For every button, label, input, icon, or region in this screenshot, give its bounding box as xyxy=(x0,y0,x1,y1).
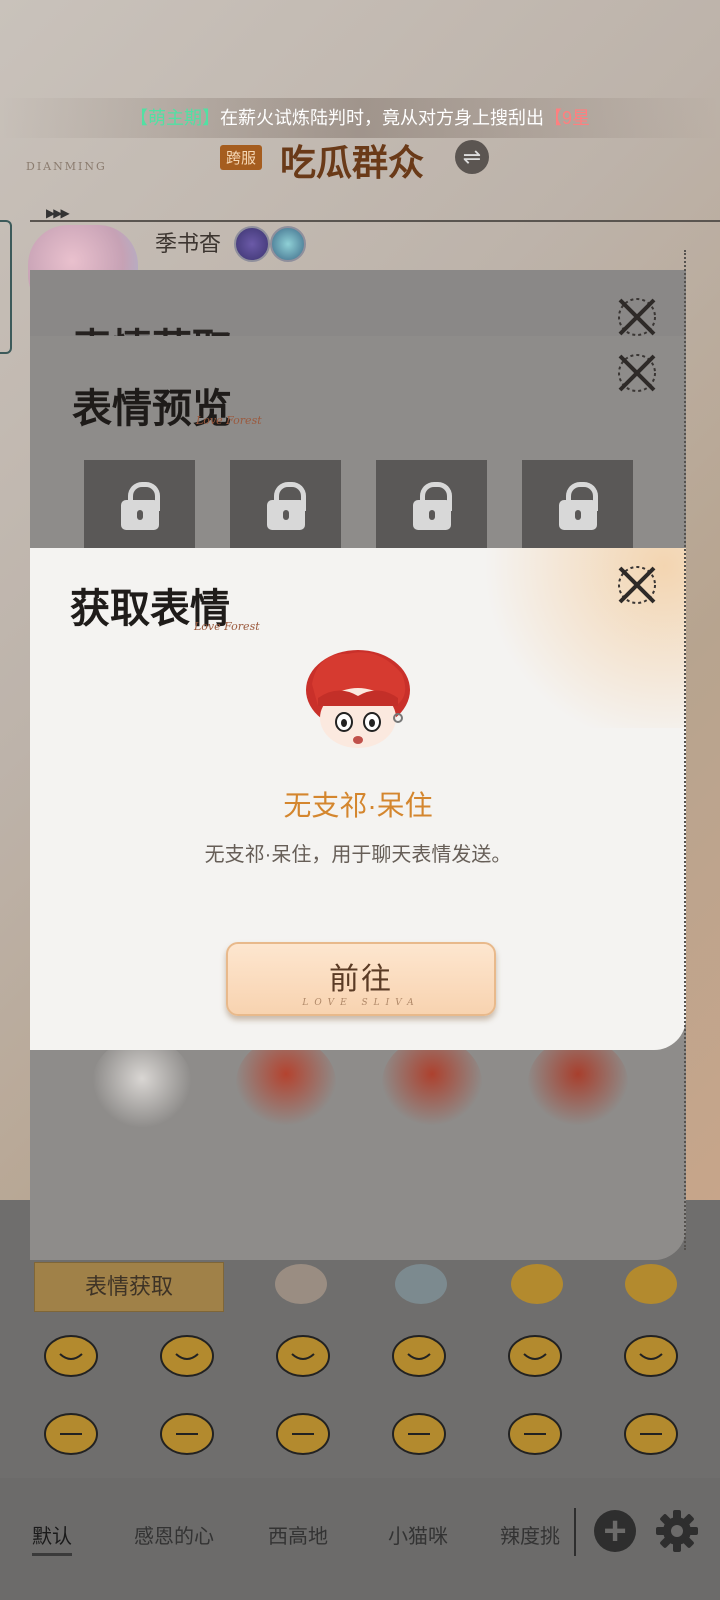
emoji-description: 无支祁·呆住，用于聊天表情发送。 xyxy=(204,844,512,866)
emoji-preview-item[interactable] xyxy=(382,1038,482,1128)
user-name: 季书杳 xyxy=(155,231,222,256)
channel-name[interactable]: 吃瓜群众 xyxy=(280,134,424,186)
go-button-label: 前往 xyxy=(329,962,393,997)
emoji-preview-item[interactable] xyxy=(92,1038,192,1128)
locked-emoji-tile[interactable] xyxy=(230,460,341,550)
close-icon[interactable] xyxy=(614,562,660,608)
signature: Love Forest xyxy=(196,414,262,427)
duck-emoji-icon[interactable] xyxy=(388,1404,450,1458)
badge-icon xyxy=(234,226,270,262)
duck-emoji-icon[interactable] xyxy=(156,1404,218,1458)
marquee-text: 在薪火试炼陆判时，竟从对方身上搜刮出 xyxy=(219,108,544,128)
gear-icon[interactable] xyxy=(654,1508,700,1554)
duck-emoji-icon[interactable] xyxy=(40,1404,102,1458)
duck-emoji-icon[interactable] xyxy=(620,1326,682,1380)
emoji-icon[interactable] xyxy=(390,1254,452,1308)
locked-emoji-tile[interactable] xyxy=(522,460,633,550)
signature: Love Forest xyxy=(194,620,260,633)
lock-keyhole xyxy=(283,510,289,520)
badge-icon xyxy=(270,226,306,262)
locked-emoji-tile[interactable] xyxy=(376,460,487,550)
duck-emoji-icon[interactable] xyxy=(506,1254,568,1308)
brand-text: DIANMING xyxy=(26,160,107,173)
tab-grateful-heart[interactable]: 感恩的心 xyxy=(134,1520,214,1549)
duck-emoji-icon[interactable] xyxy=(504,1326,566,1380)
emoji-preview-item[interactable] xyxy=(528,1038,628,1128)
duck-emoji-icon[interactable] xyxy=(504,1404,566,1458)
locked-emoji-tile[interactable] xyxy=(84,460,195,550)
go-button[interactable]: 前往 LOVE SLIVA xyxy=(226,942,496,1016)
lock-keyhole xyxy=(137,510,143,520)
marquee-tag: 【萌主期】 xyxy=(129,108,220,128)
play-arrows-icon: ▶▶▶ xyxy=(46,206,70,220)
close-icon[interactable] xyxy=(614,350,660,396)
lock-keyhole xyxy=(429,510,435,520)
lock-keyhole xyxy=(575,510,581,520)
close-icon[interactable] xyxy=(614,294,660,340)
tab-kitty[interactable]: 小猫咪 xyxy=(388,1520,448,1549)
server-badge: 跨服 xyxy=(220,145,263,170)
add-icon[interactable]: + xyxy=(594,1510,636,1552)
duck-emoji-icon[interactable] xyxy=(388,1326,450,1380)
scrollbar[interactable] xyxy=(684,250,692,1250)
tab-west-highland[interactable]: 西高地 xyxy=(268,1520,328,1549)
emoji-name: 无支祁·呆住 xyxy=(283,790,433,821)
emoji-character-icon xyxy=(306,650,410,748)
tab-spicy-challenge[interactable]: 辣度挑 xyxy=(500,1520,560,1549)
duck-emoji-icon[interactable] xyxy=(620,1404,682,1458)
marquee-tail: 【9星 xyxy=(543,108,590,128)
emoji-preview-item[interactable] xyxy=(236,1038,336,1128)
duck-emoji-icon[interactable] xyxy=(272,1326,334,1380)
swap-icon[interactable]: ⇌ xyxy=(455,140,489,174)
duck-emoji-icon[interactable] xyxy=(272,1404,334,1458)
duck-emoji-icon[interactable] xyxy=(156,1326,218,1380)
duck-emoji-icon[interactable] xyxy=(40,1326,102,1380)
tab-divider xyxy=(574,1508,576,1556)
acquire-emoji-dialog: 获取表情 Love Forest 无支祁·呆住 无支祁·呆住，用于聊天表情发送。… xyxy=(30,548,686,1050)
announcement-marquee: 【萌主期】在薪火试炼陆判时，竟从对方身上搜刮出【9星 xyxy=(0,98,720,138)
emoji-icon[interactable] xyxy=(270,1254,332,1308)
divider xyxy=(30,220,720,222)
side-drawer-tab[interactable] xyxy=(0,220,12,354)
emoji-acquire-button[interactable]: 表情获取 xyxy=(34,1262,224,1312)
tab-default[interactable]: 默认 xyxy=(32,1520,72,1556)
duck-emoji-icon[interactable] xyxy=(620,1254,682,1308)
go-button-sublabel: LOVE SLIVA xyxy=(302,998,420,1008)
